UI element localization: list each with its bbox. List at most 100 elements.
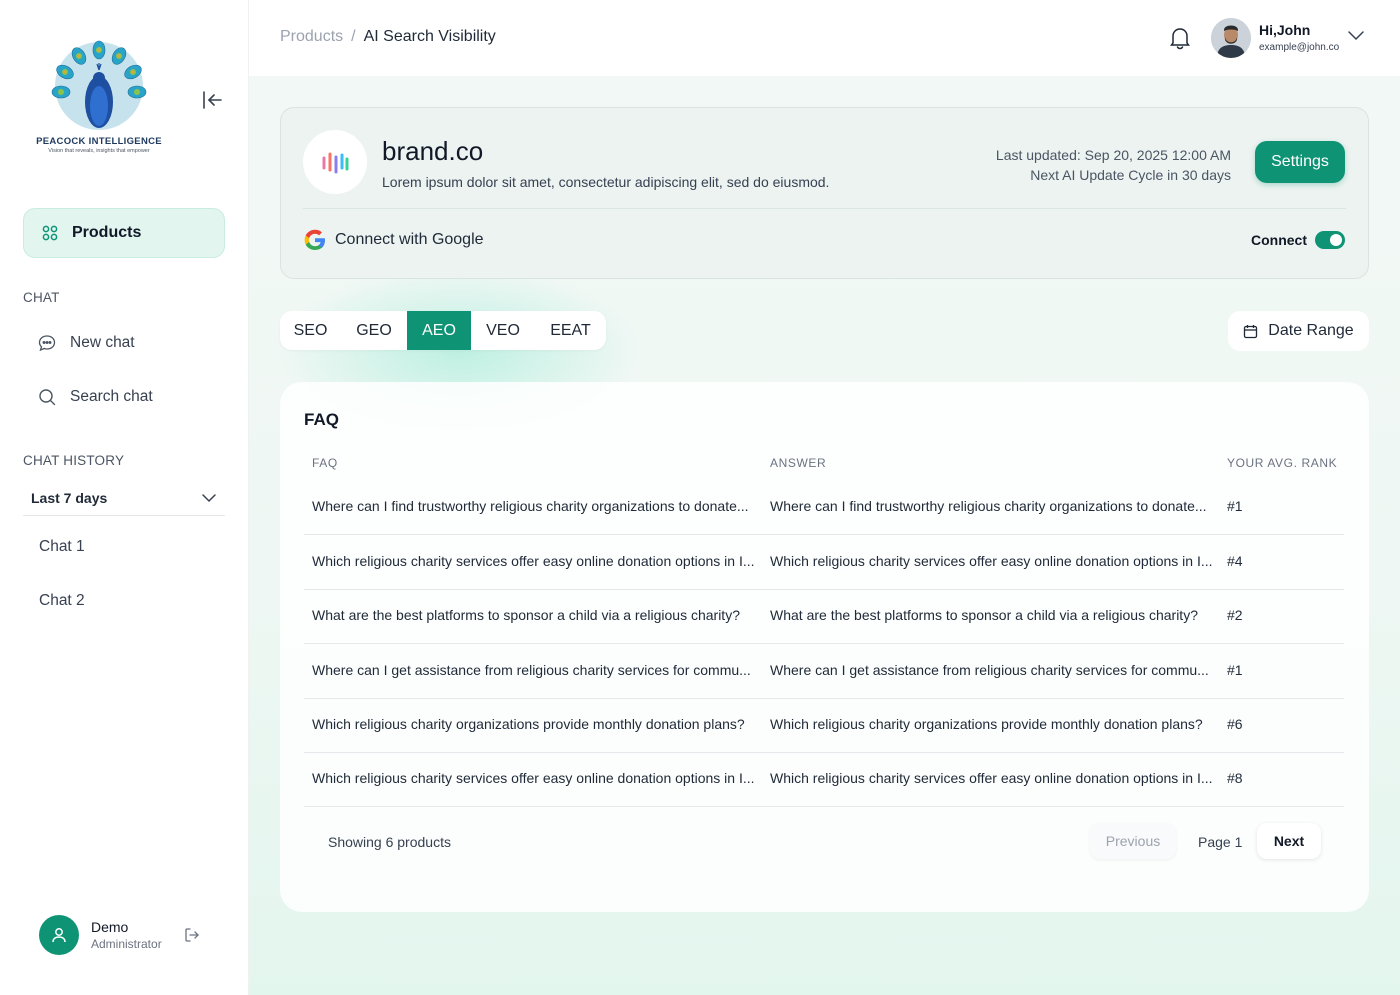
user-role: Administrator xyxy=(91,937,162,951)
faq-cell: Which religious charity organizations pr… xyxy=(312,716,745,732)
rank-cell: #4 xyxy=(1227,553,1243,569)
new-chat-link[interactable]: New chat xyxy=(38,330,135,356)
brand-logo xyxy=(303,130,367,194)
chat-history-item[interactable]: Chat 1 xyxy=(39,538,85,556)
last-updated-text: Last updated: Sep 20, 2025 12:00 AM xyxy=(995,147,1231,163)
new-chat-label: New chat xyxy=(70,334,135,351)
brand-card: brand.co Lorem ipsum dolor sit amet, con… xyxy=(280,107,1369,279)
answer-cell: Which religious charity services offer e… xyxy=(770,770,1213,786)
faq-cell: Where can I find trustworthy religious c… xyxy=(312,498,749,514)
next-cycle-text: Next AI Update Cycle in 30 days xyxy=(1030,167,1231,183)
rank-cell: #8 xyxy=(1227,770,1243,786)
chat-history-item[interactable]: Chat 2 xyxy=(39,592,85,610)
tab-geo[interactable]: GEO xyxy=(341,311,407,350)
breadcrumb-separator: / xyxy=(351,28,356,45)
search-icon xyxy=(39,389,56,406)
tab-eeat[interactable]: EEAT xyxy=(535,311,606,350)
date-range-button[interactable]: Date Range xyxy=(1228,311,1369,351)
answer-cell: Where can I get assistance from religiou… xyxy=(770,662,1209,678)
previous-page-button[interactable]: Previous xyxy=(1090,823,1176,859)
rank-cell: #2 xyxy=(1227,607,1243,623)
brand-name: brand.co xyxy=(382,136,484,166)
column-header-answer: ANSWER xyxy=(770,456,827,470)
topbar: Products / AI Search Visibility Hi,John … xyxy=(249,0,1400,76)
tab-aeo[interactable]: AEO xyxy=(407,311,471,350)
column-header-rank: YOUR AVG. RANK xyxy=(1227,456,1338,470)
table-row[interactable]: Which religious charity services offer e… xyxy=(304,535,1344,590)
date-range-label: Date Range xyxy=(1268,322,1354,339)
next-page-button[interactable]: Next xyxy=(1257,823,1321,859)
sidebar-item-label: Products xyxy=(72,224,142,241)
collapse-icon xyxy=(203,91,222,109)
profile-greeting: Hi,John xyxy=(1259,22,1311,38)
user-name: Demo xyxy=(91,919,129,935)
chat-history-section-label: CHAT HISTORY xyxy=(23,453,125,468)
table-row[interactable]: What are the best platforms to sponsor a… xyxy=(304,589,1344,644)
faq-card: FAQ FAQ ANSWER YOUR AVG. RANK Where can … xyxy=(280,382,1369,912)
faq-cell: Which religious charity services offer e… xyxy=(312,770,755,786)
logout-button[interactable] xyxy=(183,926,203,946)
breadcrumb-parent[interactable]: Products xyxy=(280,28,343,46)
settings-button[interactable]: Settings xyxy=(1255,141,1345,183)
table-row[interactable]: Which religious charity services offer e… xyxy=(304,752,1344,807)
profile-email: example@john.co xyxy=(1259,42,1340,53)
metric-tabs: SEO GEO AEO VEO EEAT xyxy=(280,311,606,350)
profile-photo-icon xyxy=(1211,18,1251,58)
column-header-faq: FAQ xyxy=(312,456,338,470)
connect-toggle[interactable] xyxy=(1315,231,1345,249)
peacock-logo-icon xyxy=(51,40,147,130)
answer-cell: Which religious charity organizations pr… xyxy=(770,716,1203,732)
chat-bubble-icon xyxy=(38,335,56,352)
avatar[interactable] xyxy=(39,915,79,955)
connect-label: Connect xyxy=(1251,232,1307,248)
search-chat-label: Search chat xyxy=(70,388,153,405)
chat-section-label: CHAT xyxy=(23,290,60,305)
grid-icon xyxy=(42,225,58,241)
answer-cell: What are the best platforms to sponsor a… xyxy=(770,607,1198,623)
showing-count: Showing 6 products xyxy=(328,834,451,850)
logo[interactable]: PEACOCK INTELLIGENCE Vision that reveals… xyxy=(30,36,168,164)
connect-google-row: Connect with Google xyxy=(303,228,484,252)
rank-cell: #6 xyxy=(1227,716,1243,732)
breadcrumb-current: AI Search Visibility xyxy=(363,28,496,45)
sidebar-item-products[interactable]: Products xyxy=(23,208,225,258)
page-indicator: Page 1 xyxy=(1198,834,1243,850)
profile-avatar[interactable] xyxy=(1211,18,1251,58)
logo-brand-text: PEACOCK INTELLIGENCE xyxy=(36,136,162,147)
collapse-sidebar-button[interactable] xyxy=(200,89,224,111)
main-content: Products / AI Search Visibility Hi,John … xyxy=(249,0,1400,995)
rank-cell: #1 xyxy=(1227,662,1243,678)
connect-google-label: Connect with Google xyxy=(335,231,484,248)
profile-menu-toggle[interactable] xyxy=(1347,28,1365,46)
logo-tagline: Vision that reveals, insights that empow… xyxy=(48,148,150,154)
table-row[interactable]: Which religious charity organizations pr… xyxy=(304,698,1344,753)
tab-veo[interactable]: VEO xyxy=(471,311,535,350)
history-filter-select[interactable]: Last 7 days xyxy=(23,481,225,516)
bell-icon xyxy=(1170,28,1190,50)
tab-seo[interactable]: SEO xyxy=(280,311,341,350)
answer-cell: Where can I find trustworthy religious c… xyxy=(770,498,1207,514)
chevron-down-icon xyxy=(1348,31,1364,41)
notifications-button[interactable] xyxy=(1169,26,1191,50)
faq-title: FAQ xyxy=(304,410,339,429)
answer-cell: Which religious charity services offer e… xyxy=(770,553,1213,569)
brand-bars-icon xyxy=(322,152,349,174)
table-row[interactable]: Where can I get assistance from religiou… xyxy=(304,644,1344,699)
history-filter-value: Last 7 days xyxy=(31,490,108,506)
table-row[interactable]: Where can I find trustworthy religious c… xyxy=(304,480,1344,535)
faq-cell: Which religious charity services offer e… xyxy=(312,553,755,569)
card-divider xyxy=(303,208,1346,209)
user-icon xyxy=(52,928,66,943)
user-card: Demo Administrator xyxy=(39,915,162,955)
google-icon xyxy=(304,229,325,250)
calendar-icon xyxy=(1244,324,1258,338)
logout-icon xyxy=(185,928,199,942)
sidebar: PEACOCK INTELLIGENCE Vision that reveals… xyxy=(0,0,249,995)
brand-description: Lorem ipsum dolor sit amet, consectetur … xyxy=(382,174,830,190)
table-header: FAQ ANSWER YOUR AVG. RANK xyxy=(304,456,1344,472)
update-info: Last updated: Sep 20, 2025 12:00 AM Next… xyxy=(996,145,1231,185)
faq-cell: Where can I get assistance from religiou… xyxy=(312,662,751,678)
faq-cell: What are the best platforms to sponsor a… xyxy=(312,607,740,623)
search-chat-link[interactable]: Search chat xyxy=(38,384,153,410)
rank-cell: #1 xyxy=(1227,498,1243,514)
